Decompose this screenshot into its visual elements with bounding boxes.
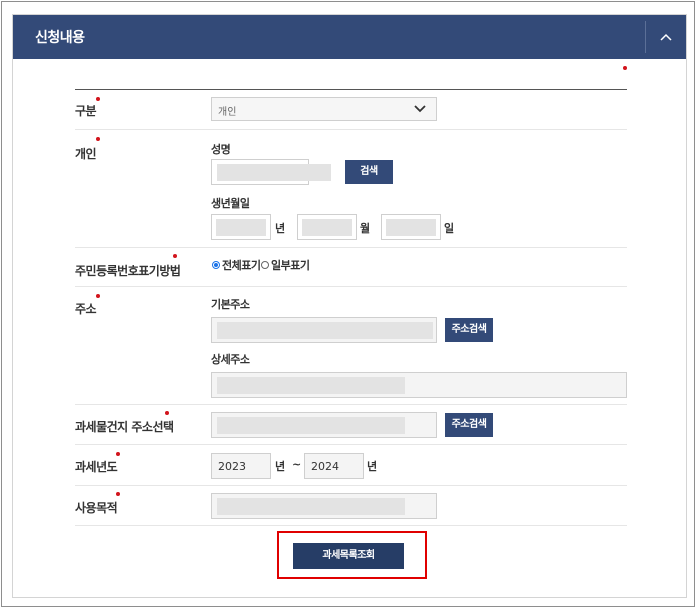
tax-property-address-input[interactable] bbox=[211, 412, 437, 438]
masked-value bbox=[217, 417, 405, 434]
radio-full-display-label[interactable]: 전체표기 bbox=[222, 257, 261, 273]
birthdate-label: 생년월일 bbox=[211, 197, 250, 210]
birth-year-input[interactable] bbox=[211, 214, 271, 240]
detail-address-input[interactable] bbox=[211, 372, 627, 398]
row-divider bbox=[75, 444, 627, 445]
tax-year-to-unit: 년 bbox=[367, 460, 378, 473]
section-title: 신청내용 bbox=[35, 30, 85, 46]
required-dot bbox=[165, 411, 169, 415]
basic-address-input[interactable] bbox=[211, 317, 437, 343]
tax-year-to-value: 2024 bbox=[311, 460, 339, 473]
radio-full-display[interactable] bbox=[212, 261, 220, 269]
name-search-button[interactable]: 검색 bbox=[345, 160, 393, 184]
row-divider bbox=[75, 286, 627, 287]
row-divider bbox=[75, 129, 627, 130]
table-top-rule bbox=[75, 89, 627, 90]
detail-address-label: 상세주소 bbox=[211, 353, 250, 366]
purpose-input[interactable] bbox=[211, 493, 437, 519]
chevron-down-icon bbox=[414, 105, 426, 113]
birth-day-input[interactable] bbox=[381, 214, 441, 240]
tax-year-range-tilde: ~ bbox=[292, 458, 302, 471]
collapse-button[interactable] bbox=[653, 23, 679, 51]
row-divider bbox=[75, 247, 627, 248]
birth-month-input[interactable] bbox=[297, 214, 357, 240]
row-divider bbox=[75, 404, 627, 405]
row-divider bbox=[75, 485, 627, 486]
header-divider bbox=[645, 21, 646, 53]
type-label: 구분 bbox=[75, 104, 97, 118]
type-select-value: 개인 bbox=[218, 107, 237, 118]
type-select[interactable]: 개인 bbox=[211, 97, 437, 121]
row-divider bbox=[75, 525, 627, 526]
address-label: 주소 bbox=[75, 302, 97, 316]
tax-list-query-button[interactable]: 과세목록조회 bbox=[293, 543, 404, 569]
radio-partial-display-label[interactable]: 일부표기 bbox=[271, 257, 310, 273]
radio-partial-display[interactable] bbox=[261, 261, 269, 269]
tax-property-address-label: 과세물건지 주소선택 bbox=[75, 420, 174, 434]
tax-year-from-value: 2023 bbox=[218, 460, 246, 473]
required-dot bbox=[96, 137, 100, 141]
year-unit: 년 bbox=[275, 222, 286, 235]
required-dot bbox=[173, 254, 177, 258]
basic-address-label: 기본주소 bbox=[211, 298, 250, 311]
masked-value bbox=[216, 219, 266, 236]
tax-year-from-unit: 년 bbox=[275, 460, 286, 473]
masked-value bbox=[217, 377, 405, 394]
day-unit: 일 bbox=[444, 222, 455, 235]
masked-value bbox=[217, 498, 405, 515]
tax-year-from-input[interactable]: 2023 bbox=[211, 453, 271, 479]
tax-year-to-input[interactable]: 2024 bbox=[304, 453, 364, 479]
required-dot bbox=[623, 66, 627, 70]
tax-year-label: 과세년도 bbox=[75, 460, 118, 474]
application-panel: 신청내용 구분 개인 개인 성명 검색 생년월일 년 월 일 주민등록번호표기방… bbox=[12, 14, 687, 598]
rrn-display-label: 주민등록번호표기방법 bbox=[75, 264, 181, 278]
chevron-up-icon bbox=[660, 33, 672, 41]
purpose-label: 사용목적 bbox=[75, 501, 118, 515]
masked-value bbox=[302, 219, 352, 236]
name-label: 성명 bbox=[211, 143, 231, 156]
individual-label: 개인 bbox=[75, 147, 97, 161]
masked-value bbox=[217, 322, 433, 339]
month-unit: 월 bbox=[360, 222, 371, 235]
section-header: 신청내용 bbox=[13, 15, 686, 59]
required-dot bbox=[116, 492, 120, 496]
basic-address-search-button[interactable]: 주소검색 bbox=[445, 318, 493, 342]
required-dot bbox=[96, 294, 100, 298]
masked-value bbox=[386, 219, 436, 236]
required-dot bbox=[96, 97, 100, 101]
masked-value bbox=[217, 164, 331, 181]
tax-property-address-search-button[interactable]: 주소검색 bbox=[445, 413, 493, 437]
name-input[interactable] bbox=[211, 159, 331, 185]
required-dot bbox=[116, 452, 120, 456]
